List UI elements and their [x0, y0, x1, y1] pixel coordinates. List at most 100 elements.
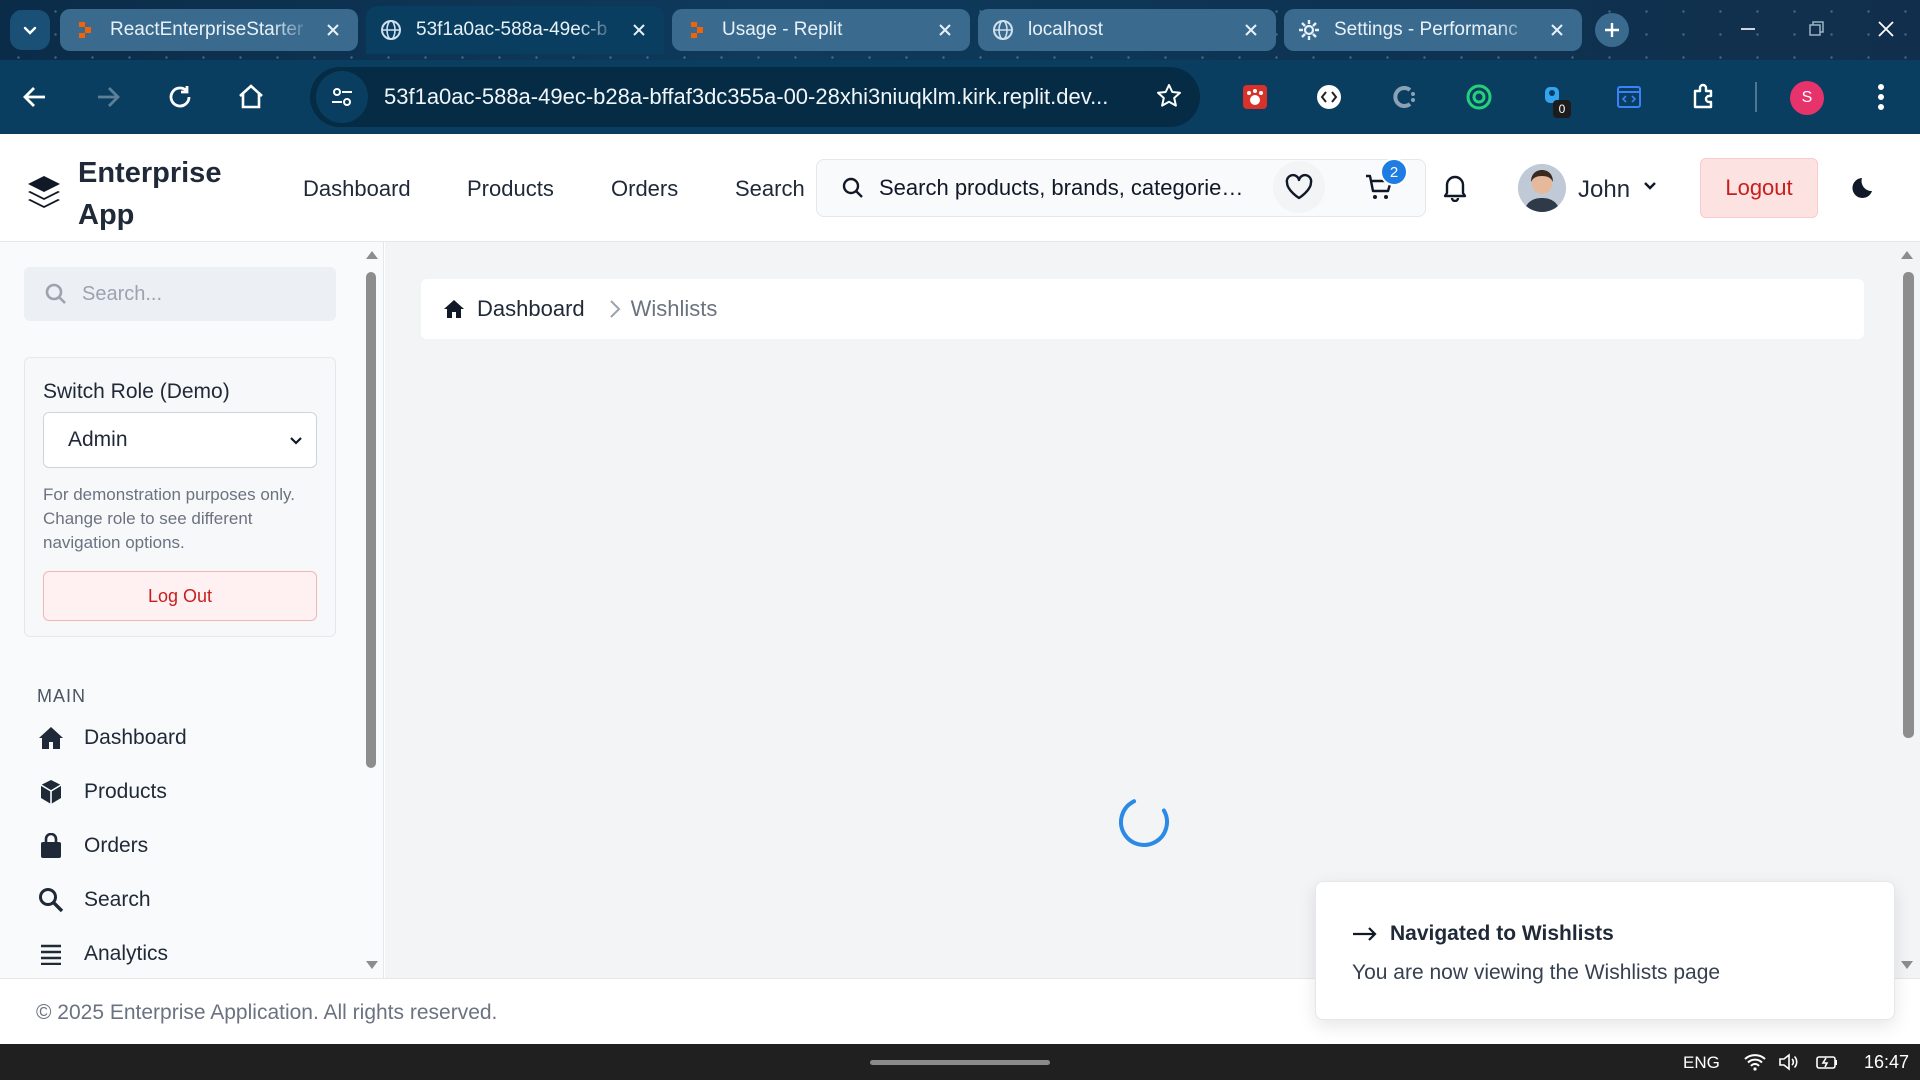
language-indicator[interactable]: ENG — [1683, 1053, 1720, 1073]
sidebar-item-dashboard[interactable]: Dashboard — [36, 723, 187, 753]
profile-initial: S — [1801, 89, 1813, 106]
battery-charging-icon[interactable] — [1816, 1052, 1838, 1072]
tab-react-enterprise-starter[interactable]: ReactEnterpriseStarter — [60, 9, 358, 51]
global-search-input[interactable]: Search products, brands, categories... — [816, 159, 1426, 217]
forward-button[interactable] — [89, 78, 127, 116]
sidebar-item-label: Search — [84, 888, 151, 911]
reload-button[interactable] — [161, 78, 199, 116]
restore-button[interactable] — [1802, 14, 1832, 44]
global-search-placeholder: Search products, brands, categories... — [879, 175, 1249, 200]
user-name[interactable]: John — [1578, 176, 1630, 204]
sidebar-search-placeholder: Search... — [82, 282, 163, 305]
user-avatar[interactable] — [1518, 164, 1566, 212]
nav-search[interactable]: Search — [735, 176, 805, 202]
main-scrollbar-thumb[interactable] — [1903, 272, 1914, 738]
globe-icon — [381, 20, 401, 40]
role-logout-button[interactable]: Log Out — [43, 571, 317, 621]
extension-code-icon[interactable] — [1310, 78, 1348, 116]
chevron-down-icon — [23, 26, 37, 35]
notifications-button[interactable] — [1432, 164, 1478, 210]
new-tab-button[interactable] — [1595, 13, 1629, 47]
role-help-text: For demonstration purposes only. Change … — [43, 485, 295, 552]
nav-dashboard[interactable]: Dashboard — [303, 176, 411, 202]
bars-icon — [36, 939, 66, 969]
tab-label: ReactEnterpriseStarter — [110, 19, 304, 40]
toolbar-divider — [1755, 82, 1757, 112]
sidebar-item-analytics[interactable]: Analytics — [36, 939, 168, 969]
profile-avatar[interactable]: S — [1790, 81, 1824, 115]
sidebar-item-orders[interactable]: Orders — [36, 831, 148, 861]
bookmark-star-icon[interactable] — [1156, 83, 1182, 109]
wifi-icon[interactable] — [1744, 1052, 1766, 1072]
breadcrumb: Dashboard Wishlists — [421, 279, 1864, 339]
tab-label: 53f1a0ac-588a-49ec-b — [416, 19, 608, 40]
minimize-button[interactable] — [1733, 14, 1763, 44]
nav-orders[interactable]: Orders — [611, 176, 678, 202]
search-icon — [36, 885, 66, 915]
logout-button[interactable]: Logout — [1700, 158, 1818, 218]
sidebar-item-search[interactable]: Search — [36, 885, 151, 915]
close-icon[interactable] — [934, 19, 956, 41]
sidebar-item-products[interactable]: Products — [36, 777, 167, 807]
os-taskbar: ENG 16:47 — [0, 1044, 1920, 1080]
tab-localhost[interactable]: localhost — [978, 9, 1276, 51]
scroll-down-icon — [1901, 961, 1913, 969]
wishlist-button[interactable] — [1273, 161, 1325, 213]
tab-label: Usage - Replit — [722, 19, 843, 40]
breadcrumb-home[interactable]: Dashboard — [443, 296, 585, 322]
toast-description: You are now viewing the Wishlists page — [1352, 961, 1721, 984]
loading-spinner-icon — [1119, 797, 1169, 847]
tab-label: Settings - Performanc — [1334, 19, 1518, 40]
reload-icon — [169, 86, 191, 108]
extension-devtools-icon[interactable] — [1610, 78, 1648, 116]
volume-icon[interactable] — [1778, 1052, 1800, 1072]
tab-settings-performance[interactable]: Settings - Performanc — [1284, 9, 1582, 51]
main-content: Dashboard Wishlists — [385, 242, 1920, 978]
switch-role-card: Switch Role (Demo) Admin For demonstrati… — [24, 357, 336, 637]
address-bar[interactable]: 53f1a0ac-588a-49ec-b28a-bffaf3dc355a-00-… — [310, 67, 1200, 127]
close-icon[interactable] — [322, 19, 344, 41]
back-button[interactable] — [16, 78, 54, 116]
browser-toolbar: 53f1a0ac-588a-49ec-b28a-bffaf3dc355a-00-… — [0, 60, 1920, 134]
extensions-puzzle-icon[interactable] — [1685, 78, 1723, 116]
close-icon — [1878, 21, 1894, 37]
sidebar-search-input[interactable]: Search... — [24, 267, 336, 321]
url-text[interactable]: 53f1a0ac-588a-49ec-b28a-bffaf3dc355a-00-… — [384, 84, 1124, 110]
moon-icon[interactable] — [1852, 174, 1878, 200]
search-icon — [842, 177, 863, 198]
extension-target-icon[interactable] — [1460, 78, 1498, 116]
taskbar-handle[interactable] — [870, 1060, 1050, 1065]
toast-notification[interactable]: Navigated to Wishlists You are now viewi… — [1315, 881, 1895, 1020]
close-icon[interactable] — [628, 19, 650, 41]
clock-time[interactable]: 16:47 — [1864, 1052, 1909, 1073]
cube-icon — [36, 777, 66, 807]
heart-icon — [1285, 173, 1313, 200]
menu-section-main: MAIN — [37, 686, 86, 706]
close-icon[interactable] — [1240, 19, 1262, 41]
sidebar-item-label: Products — [84, 780, 167, 803]
close-window-button[interactable] — [1871, 14, 1901, 44]
chevron-down-icon[interactable] — [1642, 178, 1658, 194]
user-photo-icon — [1518, 164, 1566, 212]
tab-usage-replit[interactable]: Usage - Replit — [672, 9, 970, 51]
tab-search-button[interactable] — [10, 10, 50, 50]
kebab-menu-icon[interactable] — [1862, 78, 1900, 116]
tab-label: localhost — [1028, 19, 1103, 40]
extension-red-paw-icon[interactable] — [1236, 78, 1274, 116]
site-info-button[interactable] — [316, 71, 368, 123]
tab-current-replit-dev[interactable]: 53f1a0ac-588a-49ec-b — [366, 6, 664, 54]
nav-products[interactable]: Products — [467, 176, 554, 202]
home-button[interactable] — [232, 78, 270, 116]
replit-icon — [691, 22, 703, 38]
sidebar-scrollbar-thumb[interactable] — [366, 272, 376, 768]
role-select[interactable]: Admin — [43, 412, 317, 468]
scroll-down-icon — [366, 961, 378, 969]
extension-c-icon[interactable] — [1385, 78, 1423, 116]
extension-badge-icon[interactable]: 0 — [1535, 78, 1573, 118]
cart-count-badge: 2 — [1380, 158, 1408, 186]
brand-logo[interactable]: Enterprise App — [26, 152, 228, 236]
chevron-right-icon — [609, 300, 621, 318]
chevron-down-icon — [290, 437, 302, 445]
browser-tab-strip: ReactEnterpriseStarter 53f1a0ac-588a-49e… — [0, 0, 1920, 60]
close-icon[interactable] — [1546, 19, 1568, 41]
